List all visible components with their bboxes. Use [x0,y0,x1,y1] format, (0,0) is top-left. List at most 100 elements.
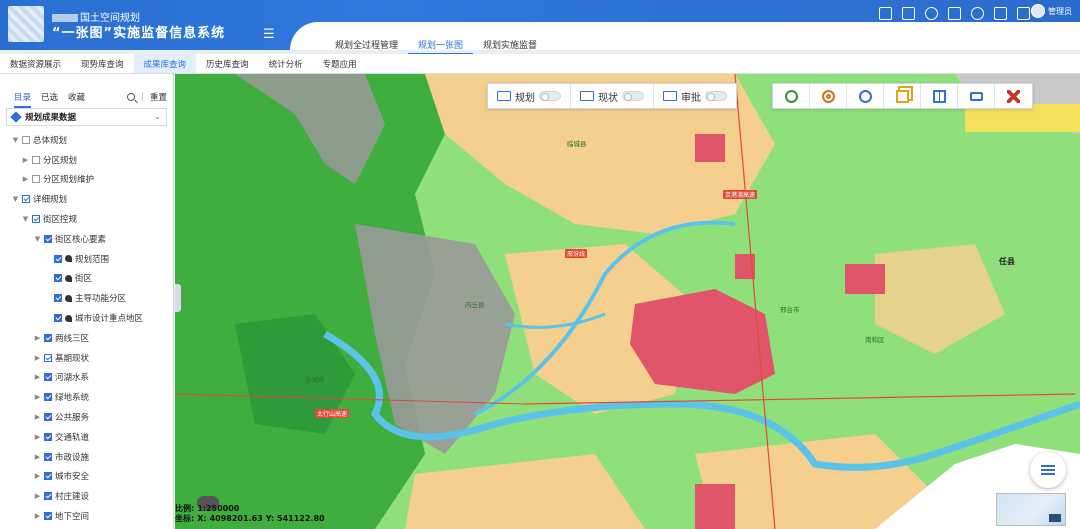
checkbox[interactable] [32,155,40,164]
map-view[interactable]: 临城县 内丘县 邢台市 沙河市 南和区 任县 京港澳高速 邢汾线 太行山高速 规… [175,74,1080,529]
expand-arrow-icon[interactable]: ▶ [34,373,41,381]
subtab-results-query[interactable]: 成果库查询 [133,54,197,73]
expand-arrow-icon[interactable]: ▼ [12,136,19,144]
expand-arrow-icon[interactable]: ▼ [12,195,19,203]
toggle-status[interactable]: 现状 [571,84,654,108]
expand-arrow-icon[interactable]: ▶ [34,354,41,362]
tree-icon[interactable] [902,7,915,20]
tree-node[interactable]: ▶ 村庄建设 [0,486,173,506]
approval-switch[interactable] [705,91,727,101]
expand-arrow-icon[interactable]: ▶ [34,334,41,342]
expand-arrow-icon[interactable]: ▶ [22,175,29,183]
sidebar-collapse-handle[interactable] [175,284,181,312]
toggle-plan[interactable]: 规划 [488,84,571,108]
tree-node[interactable]: ▶ 市政设施 [0,447,173,467]
tree-node[interactable]: 规划范围 [0,249,173,269]
checkbox[interactable] [54,294,62,303]
tab-catalog[interactable]: 目录 [14,91,32,108]
tree-node[interactable]: ▼ 详细规划 [0,189,173,209]
checkbox[interactable] [44,512,52,521]
expand-arrow-icon[interactable]: ▶ [34,512,41,520]
list-icon[interactable] [994,7,1007,20]
checkbox[interactable] [44,452,52,461]
checkbox[interactable] [44,353,52,362]
expand-arrow-icon[interactable]: ▶ [22,156,29,164]
print-button[interactable] [958,84,995,108]
checkbox[interactable] [32,175,40,184]
tab-plan-supervision[interactable]: 规划实施监督 [473,36,547,55]
status-switch[interactable] [622,91,644,101]
expand-arrow-icon[interactable]: ▶ [34,393,41,401]
toggle-approval[interactable]: 审批 [654,84,736,108]
checkbox[interactable] [44,413,52,422]
tree-node[interactable]: ▼ 总体规划 [0,130,173,150]
tree-node[interactable]: ▼ 街区控规 [0,209,173,229]
legend-button[interactable] [1030,452,1066,488]
search-icon[interactable] [127,93,136,101]
tree-node[interactable]: ▶ 公共服务 [0,407,173,427]
tree-node[interactable]: ▶ 绿地系统 [0,387,173,407]
expand-arrow-icon[interactable]: ▶ [34,413,41,421]
user-menu[interactable]: 管理员 [1031,4,1072,18]
tree-node[interactable]: ▶ 城市安全 [0,467,173,487]
plan-switch[interactable] [539,91,561,101]
subtab-thematic[interactable]: 专题应用 [313,54,367,73]
tree-node[interactable]: ▼ 街区核心要素 [0,229,173,249]
subtab-statistics[interactable]: 统计分析 [259,54,313,73]
zoom-button[interactable] [773,84,810,108]
tree-node[interactable]: ▶ 地下空间 [0,506,173,526]
tree-node[interactable]: ▶ 基期现状 [0,348,173,368]
tree-node[interactable]: ▶ 分区规划维护 [0,170,173,190]
layer-compare-button[interactable] [884,84,921,108]
globe-icon[interactable] [971,7,984,20]
tree-node[interactable]: ▶ 分区规划 [0,150,173,170]
tree-node[interactable]: 城市设计重点地区 [0,308,173,328]
timeline-button[interactable] [847,84,884,108]
fullscreen-icon[interactable] [1017,7,1030,20]
reset-button[interactable]: 重置 [150,91,167,103]
checkbox[interactable] [44,492,52,501]
expand-arrow-icon[interactable]: ▼ [34,235,41,243]
tree-node[interactable]: 街区 [0,269,173,289]
checkbox[interactable] [22,135,30,144]
tree-node-label: 交通轨道 [55,432,90,443]
tab-favorites[interactable]: 收藏 [68,91,85,108]
checkbox[interactable] [44,234,52,243]
checkbox[interactable] [54,274,62,283]
mail-icon[interactable] [948,7,961,20]
checkbox[interactable] [44,373,52,382]
split-screen-button[interactable] [921,84,958,108]
tab-plan-onemap[interactable]: 规划一张图 [408,36,474,55]
tree-node-label: 总体规划 [33,135,68,146]
overview-minimap[interactable] [996,493,1066,526]
tree-node[interactable]: ▶ 河湖水系 [0,368,173,388]
checkbox[interactable] [44,393,52,402]
tools-button[interactable] [995,84,1032,108]
checkbox[interactable] [54,314,62,323]
locate-button[interactable] [810,84,847,108]
dataset-selector[interactable]: 规划成果数据 ⌄ [6,108,167,126]
checkbox[interactable] [22,195,30,204]
subtab-data-resources[interactable]: 数据资源展示 [0,54,71,73]
checkbox[interactable] [32,215,40,224]
subtab-current-query[interactable]: 现势库查询 [71,54,134,73]
land-use-map[interactable] [175,74,1080,529]
checkbox[interactable] [44,333,52,342]
tab-selected[interactable]: 已选 [41,91,58,108]
checkbox[interactable] [54,254,62,263]
checkbox[interactable] [44,432,52,441]
expand-arrow-icon[interactable]: ▶ [34,453,41,461]
tree-node[interactable]: ▶ 交通轨道 [0,427,173,447]
expand-arrow-icon[interactable]: ▶ [34,433,41,441]
menu-icon[interactable]: ☰ [263,27,275,42]
tree-node[interactable]: ▶ 两线三区 [0,328,173,348]
bell-icon[interactable] [925,7,938,20]
tab-plan-process[interactable]: 规划全过程管理 [325,36,408,55]
report-icon[interactable] [879,7,892,20]
expand-arrow-icon[interactable]: ▶ [34,492,41,500]
subtab-history-query[interactable]: 历史库查询 [196,54,259,73]
expand-arrow-icon[interactable]: ▶ [34,472,41,480]
checkbox[interactable] [44,472,52,481]
expand-arrow-icon[interactable]: ▼ [22,215,29,223]
tree-node[interactable]: 主导功能分区 [0,288,173,308]
